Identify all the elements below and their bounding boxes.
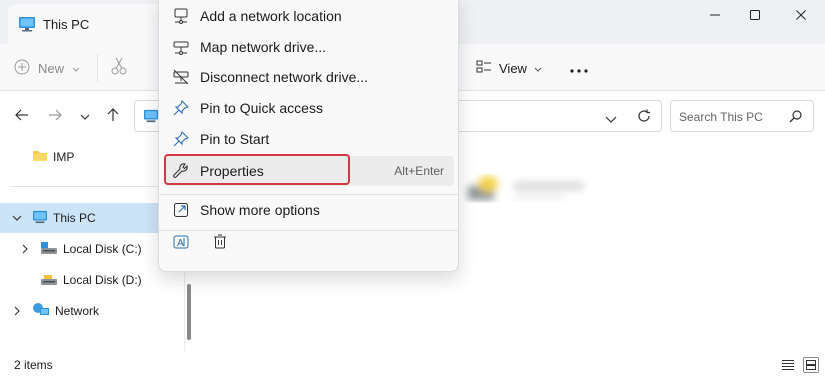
rename-icon: A [173, 234, 189, 253]
maximize-button[interactable] [732, 0, 778, 32]
pin-icon [166, 100, 196, 116]
chevron-down-icon[interactable] [8, 215, 26, 222]
up-button[interactable] [102, 106, 124, 126]
more-options-icon [166, 202, 196, 218]
svg-text:A: A [177, 238, 184, 249]
tiles-view-icon [806, 358, 816, 373]
cut-button[interactable] [110, 56, 128, 79]
sidebar-item-label: This PC [53, 211, 96, 225]
details-view-icon [782, 358, 794, 373]
menu-item-map-network-drive[interactable]: Map network drive... [165, 32, 454, 62]
status-bar: 2 items [0, 352, 825, 377]
new-button[interactable]: New [14, 56, 80, 80]
toolbar-divider [97, 54, 98, 82]
chevron-right-icon[interactable] [16, 244, 34, 254]
map-drive-icon [166, 39, 196, 55]
rename-button[interactable]: A [169, 231, 193, 255]
drive-tile[interactable] [462, 170, 602, 210]
plus-circle-icon [14, 59, 30, 78]
computer-icon [143, 109, 159, 126]
see-more-button[interactable] [566, 56, 592, 80]
menu-item-label: Pin to Start [200, 131, 270, 147]
item-count: 2 items [14, 358, 53, 372]
drive-icon [40, 241, 58, 258]
details-view-button[interactable] [780, 357, 796, 373]
search-icon [789, 110, 802, 126]
menu-item-label: Pin to Quick access [200, 100, 323, 116]
context-menu: Add a network location Map network drive… [158, 0, 459, 272]
sidebar-item-this-pc[interactable]: This PC [0, 203, 158, 233]
folder-icon [32, 149, 48, 165]
menu-item-pin-to-start[interactable]: Pin to Start [165, 124, 454, 154]
pin-icon [166, 131, 196, 147]
chevron-down-icon [72, 61, 80, 76]
new-label: New [38, 60, 65, 76]
arrow-right-icon [48, 109, 62, 124]
more-icon [570, 61, 588, 76]
sidebar-item-label: Network [55, 304, 100, 318]
tab-title: This PC [43, 17, 90, 32]
sidebar-item-network[interactable]: Network [0, 296, 158, 326]
forward-button[interactable] [44, 106, 66, 126]
disconnect-drive-icon [166, 69, 196, 85]
sidebar-item-local-disk-d[interactable]: Local Disk (D:) [0, 265, 158, 295]
minimize-icon [709, 9, 721, 24]
recent-locations-button[interactable] [74, 106, 96, 126]
menu-item-label: Show more options [200, 202, 320, 218]
sidebar-scrollbar[interactable] [187, 284, 191, 340]
wrench-icon [166, 163, 196, 179]
delete-icon [213, 234, 227, 253]
menu-item-label: Disconnect network drive... [200, 69, 369, 85]
menu-item-properties[interactable]: Properties Alt+Enter [165, 156, 454, 186]
scissors-icon [110, 57, 128, 79]
menu-item-label: Add a network location [200, 8, 342, 24]
delete-button[interactable] [208, 231, 232, 255]
sidebar-divider [10, 186, 158, 187]
arrow-left-icon [15, 109, 29, 124]
drive-icon [40, 272, 58, 289]
computer-icon [32, 210, 48, 227]
sidebar-item-imp[interactable]: IMP [0, 142, 158, 172]
view-button[interactable]: View [476, 56, 542, 80]
chevron-down-icon [80, 109, 90, 124]
menu-item-pin-to-quick-access[interactable]: Pin to Quick access [165, 93, 454, 123]
tab-this-pc[interactable]: This PC [8, 4, 166, 44]
menu-item-label: Properties [200, 163, 264, 179]
menu-item-add-network-location[interactable]: Add a network location [165, 1, 454, 31]
network-icon [32, 302, 50, 321]
maximize-icon [749, 9, 761, 24]
computer-icon [18, 16, 36, 35]
menu-item-disconnect-network-drive[interactable]: Disconnect network drive... [165, 62, 454, 92]
tiles-view-button[interactable] [803, 357, 819, 373]
close-icon [795, 9, 807, 24]
sidebar-item-label: Local Disk (D:) [63, 273, 142, 287]
chevron-down-icon [534, 61, 542, 76]
sidebar-item-label: Local Disk (C:) [63, 242, 142, 256]
menu-item-label: Map network drive... [200, 39, 327, 55]
search-placeholder: Search This PC [679, 110, 763, 124]
menu-separator [159, 230, 458, 231]
view-label: View [499, 60, 527, 76]
arrow-up-icon [107, 107, 119, 125]
menu-item-show-more-options[interactable]: Show more options [165, 195, 454, 225]
sidebar-item-local-disk-c[interactable]: Local Disk (C:) [0, 234, 158, 264]
shortcut-label: Alt+Enter [394, 164, 444, 178]
network-location-icon [166, 8, 196, 24]
chevron-right-icon[interactable] [8, 306, 26, 316]
address-history-chevron-icon[interactable] [605, 112, 617, 127]
back-button[interactable] [11, 106, 33, 126]
refresh-icon[interactable] [637, 109, 651, 126]
sidebar-item-label: IMP [53, 150, 75, 164]
close-button[interactable] [778, 0, 824, 32]
search-box[interactable]: Search This PC [670, 100, 814, 132]
view-icon [476, 60, 492, 77]
